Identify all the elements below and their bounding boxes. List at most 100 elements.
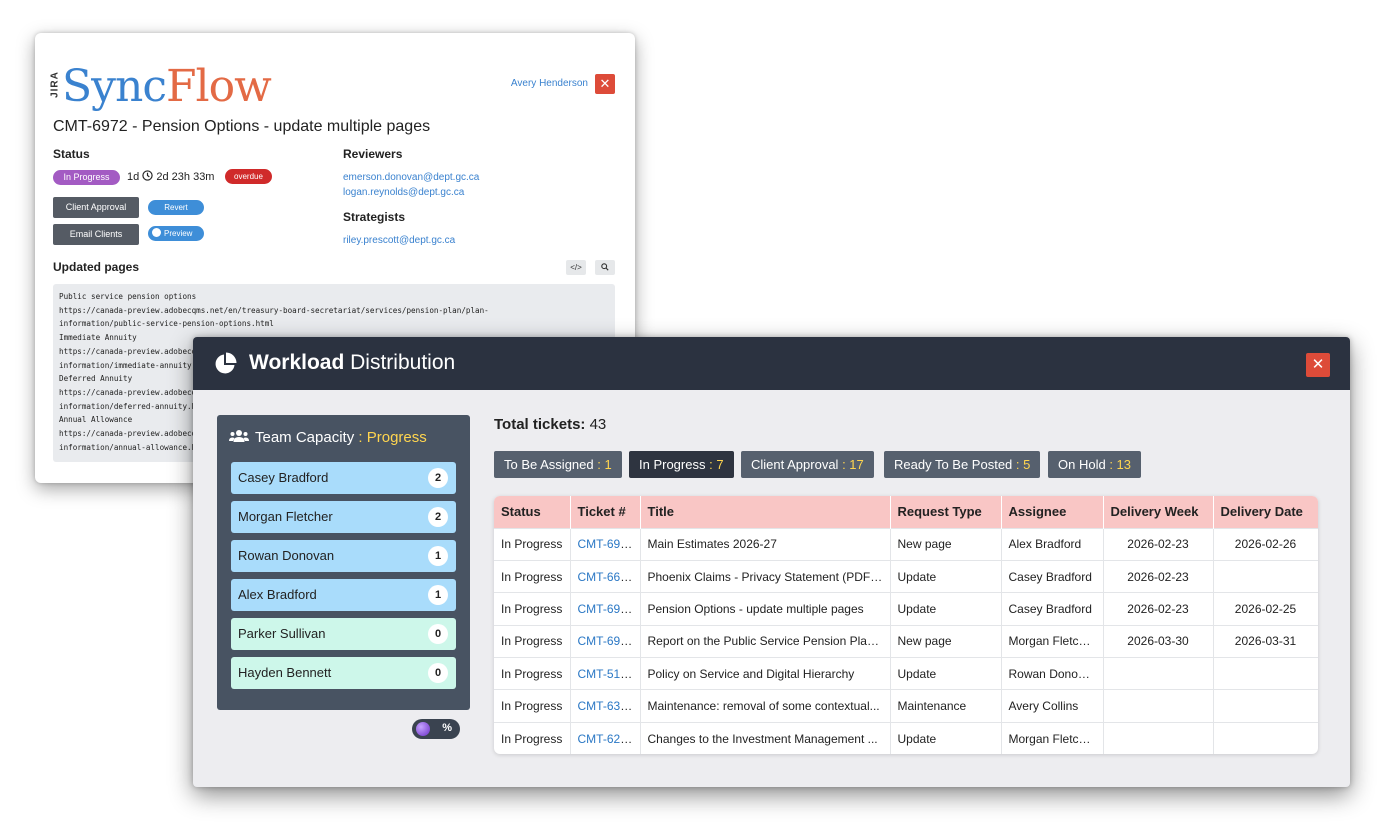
- table-cell: [1213, 689, 1318, 723]
- filter-count-value: 13: [1116, 457, 1132, 472]
- column-header[interactable]: Delivery Date: [1213, 496, 1318, 528]
- table-row[interactable]: In Progress CMT-6670 Phoenix Claims - Priv…: [494, 559, 1318, 593]
- filter-count: : 13: [1105, 457, 1132, 472]
- team-capacity-separator: :: [358, 429, 363, 446]
- filter-button[interactable]: Client Approval : 17: [741, 451, 874, 478]
- team-member-count: 0: [428, 663, 448, 683]
- table-cell: Maintenance: removal of some contextual.…: [640, 689, 891, 723]
- team-member-row[interactable]: Hayden Bennett 0: [231, 657, 456, 689]
- ticket-link[interactable]: CMT-6921: [578, 634, 634, 648]
- table-row[interactable]: In Progress CMT-6312 Maintenance: removal …: [494, 689, 1318, 723]
- modal-close-button[interactable]: ✕: [1306, 353, 1330, 377]
- ticket-link[interactable]: CMT-5194: [578, 667, 634, 681]
- toggle-label: %: [442, 722, 452, 734]
- search-button[interactable]: [595, 260, 615, 275]
- table-cell: New page: [890, 527, 1002, 561]
- filter-label: On Hold: [1058, 457, 1106, 472]
- filter-button[interactable]: To Be Assigned : 1: [494, 451, 622, 478]
- table-cell: 2026-02-23: [1103, 527, 1214, 561]
- filter-label: In Progress: [639, 457, 706, 472]
- preview-toggle[interactable]: Preview: [148, 226, 204, 241]
- table-cell: Phoenix Claims - Privacy Statement (PDF …: [640, 559, 891, 593]
- ticket-link[interactable]: CMT-6670: [578, 570, 634, 584]
- table-cell: In Progress: [494, 657, 571, 690]
- table-cell: Update: [890, 657, 1002, 690]
- filter-count-value: 7: [716, 457, 724, 472]
- column-header[interactable]: Delivery Week: [1103, 496, 1214, 528]
- email-clients-button[interactable]: Email Clients: [53, 224, 139, 245]
- table-cell: [1213, 721, 1318, 754]
- table-cell: In Progress: [494, 592, 571, 626]
- modal-title: Workload Distribution: [249, 351, 455, 375]
- preview-label: Preview: [164, 229, 193, 238]
- team-member-count: 1: [428, 546, 448, 566]
- ticket-link[interactable]: CMT-6249: [578, 732, 634, 746]
- reviewers-heading: Reviewers: [343, 147, 403, 161]
- percent-toggle[interactable]: %: [412, 719, 460, 739]
- logo-flow-text: Flow: [165, 61, 272, 112]
- table-cell: Update: [890, 559, 1002, 593]
- table-cell: Update: [890, 721, 1002, 754]
- revert-button[interactable]: Revert: [148, 200, 204, 215]
- filter-label: To Be Assigned: [504, 457, 594, 472]
- team-member-name: Alex Bradford: [238, 587, 317, 602]
- ticket-link[interactable]: CMT-6972: [578, 602, 634, 616]
- team-capacity-mode: Progress: [366, 429, 427, 446]
- ticket-link[interactable]: CMT-6913: [578, 537, 634, 551]
- strategist-email[interactable]: riley.prescott@dept.gc.ca: [343, 235, 455, 246]
- code-view-button[interactable]: </>: [566, 260, 586, 275]
- reviewer-email[interactable]: emerson.donovan@dept.gc.ca: [343, 172, 479, 183]
- table-cell: In Progress: [494, 624, 571, 658]
- column-header[interactable]: Title: [640, 496, 891, 528]
- ticket-link[interactable]: CMT-6312: [578, 699, 634, 713]
- table-row[interactable]: In Progress CMT-6921 Report on the Public …: [494, 624, 1318, 658]
- table-cell: In Progress: [494, 559, 571, 593]
- total-tickets: Total tickets: 43: [494, 416, 606, 433]
- overdue-badge: overdue: [225, 169, 272, 184]
- logo-jira-text: JIRA: [49, 71, 61, 98]
- strategists-heading: Strategists: [343, 210, 406, 224]
- table-cell: Avery Collins: [1001, 689, 1104, 723]
- updated-pages-heading: Updated pages: [53, 260, 140, 274]
- column-header[interactable]: Request Type: [890, 496, 1002, 528]
- table-cell: [1103, 657, 1214, 690]
- table-cell: Rowan Donovan: [1001, 657, 1104, 690]
- column-header[interactable]: Assignee: [1001, 496, 1104, 528]
- table-cell: In Progress: [494, 689, 571, 723]
- user-link[interactable]: Avery Henderson: [511, 78, 588, 89]
- table-row[interactable]: In Progress CMT-6972 Pension Options - upd…: [494, 592, 1318, 626]
- team-capacity-title[interactable]: Team Capacity : Progress: [229, 429, 427, 446]
- team-member-row[interactable]: Rowan Donovan 1: [231, 540, 456, 572]
- table-cell: [1213, 559, 1318, 593]
- team-member-row[interactable]: Morgan Fletcher 2: [231, 501, 456, 533]
- table-row[interactable]: In Progress CMT-5194 Policy on Service and…: [494, 657, 1318, 690]
- team-member-row[interactable]: Casey Bradford 2: [231, 462, 456, 494]
- team-member-row[interactable]: Parker Sullivan 0: [231, 618, 456, 650]
- team-member-row[interactable]: Alex Bradford 1: [231, 579, 456, 611]
- table-cell: CMT-6312: [570, 689, 641, 723]
- table-cell: 2026-02-23: [1103, 559, 1214, 593]
- filter-count-value: 17: [849, 457, 864, 472]
- filter-label: Client Approval: [751, 457, 839, 472]
- close-button[interactable]: ✕: [595, 74, 615, 94]
- reviewer-email[interactable]: logan.reynolds@dept.gc.ca: [343, 187, 464, 198]
- filter-count: : 1: [593, 457, 612, 472]
- table-cell: CMT-6921: [570, 624, 641, 658]
- table-cell: 2026-03-31: [1213, 624, 1318, 658]
- filter-label: Ready To Be Posted: [894, 457, 1013, 472]
- table-row[interactable]: In Progress CMT-6249 Changes to the Invest…: [494, 721, 1318, 754]
- filter-button[interactable]: On Hold : 13: [1048, 451, 1142, 478]
- workload-modal: Workload Distribution ✕ Team Capacity : …: [193, 337, 1350, 787]
- filter-button[interactable]: In Progress : 7: [629, 451, 734, 478]
- client-approval-button[interactable]: Client Approval: [53, 197, 139, 218]
- status-heading: Status: [53, 147, 90, 161]
- table-row[interactable]: In Progress CMT-6913 Main Estimates 2026-2…: [494, 527, 1318, 561]
- column-header[interactable]: Ticket #: [570, 496, 641, 528]
- table-cell: Alex Bradford: [1001, 527, 1104, 561]
- table-cell: Morgan Fletcher: [1001, 721, 1104, 754]
- team-member-count: 2: [428, 468, 448, 488]
- table-cell: In Progress: [494, 721, 571, 754]
- column-header[interactable]: Status: [494, 496, 571, 528]
- filter-button[interactable]: Ready To Be Posted : 5: [884, 451, 1041, 478]
- table-cell: Morgan Fletcher: [1001, 624, 1104, 658]
